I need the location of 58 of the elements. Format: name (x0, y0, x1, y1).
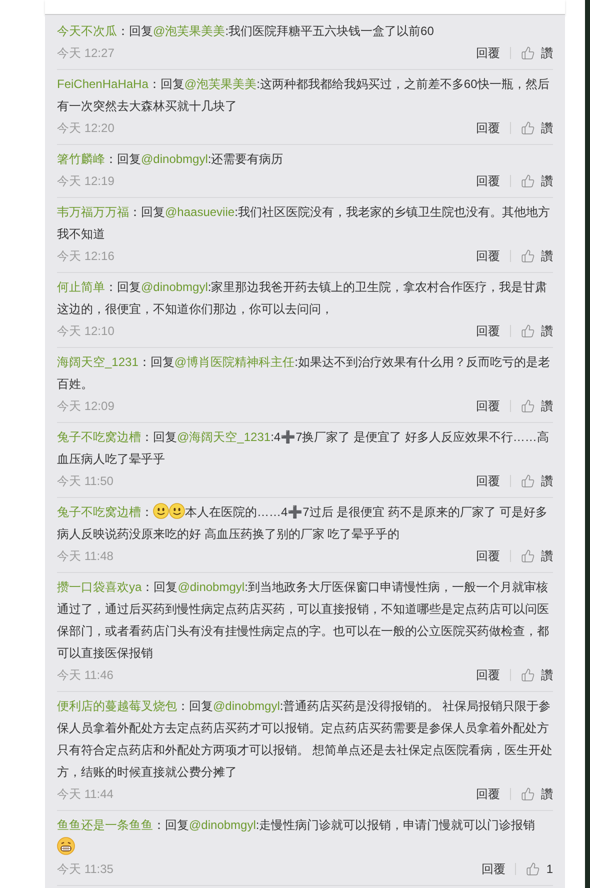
comment-time: 今天 12:19 (57, 173, 114, 190)
like-button[interactable]: 讚 (521, 785, 553, 803)
thumbs-up-icon (521, 46, 535, 60)
like-button[interactable]: 讚 (521, 172, 553, 190)
thumbs-up-icon (526, 862, 540, 876)
comment-time: 今天 12:27 (57, 45, 114, 62)
like-button[interactable]: 讚 (521, 472, 553, 490)
comment-time: 今天 11:50 (57, 473, 114, 490)
smiley-icon (153, 503, 169, 519)
reply-link[interactable]: 回覆 (476, 322, 500, 340)
reply-link[interactable]: 回覆 (476, 666, 500, 684)
like-button[interactable]: 讚 (521, 44, 553, 62)
like-button[interactable]: 讚 (521, 247, 553, 265)
thumbs-up-icon (521, 399, 535, 413)
comment-time: 今天 11:44 (57, 786, 114, 803)
reply-link[interactable]: 回覆 (476, 547, 500, 565)
reply-link[interactable]: 回覆 (476, 397, 500, 415)
thumbs-up-icon (521, 121, 535, 135)
reply-link[interactable]: 回覆 (476, 785, 500, 803)
comment-time: 今天 11:46 (57, 667, 114, 684)
thumbs-up-icon (521, 324, 535, 338)
grin-icon (57, 837, 75, 855)
reply-link[interactable]: 回覆 (476, 472, 500, 490)
comment-text: 箸竹麟峰：回复@dinobmgyl:还需要有病历 (57, 151, 284, 168)
reply-link[interactable]: 回覆 (481, 860, 506, 878)
comment-time: 今天 12:16 (57, 248, 114, 265)
like-button[interactable]: 讚 (521, 547, 553, 565)
thumbs-up-icon (521, 474, 535, 488)
like-button[interactable]: 讚 (521, 119, 553, 137)
like-button[interactable]: 1 (526, 860, 553, 878)
thumbs-up-icon (521, 174, 535, 188)
thumbs-up-icon (521, 249, 535, 263)
thumbs-up-icon (521, 787, 535, 801)
smiley-icon (169, 503, 185, 519)
thumbs-up-icon (521, 549, 535, 563)
like-button[interactable]: 讚 (521, 666, 553, 684)
comment-text: 韦万福万万福：回复@haasueviie:我们社区医院没有，我老家的乡镇卫生院也没有。其他地方我不知道 (57, 204, 551, 243)
comment-text: 攒一口袋喜欢ya：回复@dinobmgyl:到当地政务大厅医保窗口申请慢性病，一般一个月就审核通过了，通过后买药到慢性病定点药店买药，可以直接报销，不知道哪些是定点药店可以问医保部门，或者看药店门头有没有挂慢性病定点的字。也可以在一般的公立医院买药做检查，都可以直接医保报销 (57, 579, 550, 662)
like-button[interactable]: 讚 (521, 322, 553, 340)
thumbs-up-icon (521, 668, 535, 682)
comment-text: 便利店的蔓越莓叉烧包：回复@dinobmgyl:普通药店买药是没得报销的。 社保局报销只限于参保人员拿着外配处方去定点药店买药才可以报销。定点药店买药需要是参保人员拿着外配处方只有符合定点药店和外配处方两项才可以报销。 想简单点还是去社保定点医院看病，医生开处方，结账的时候直接就公费分摊了 (57, 698, 553, 781)
comment-time: 今天 11:48 (57, 548, 114, 565)
like-button[interactable]: 讚 (521, 397, 553, 415)
comment-text: 何止简单：回复@dinobmgyl:家里那边我爸开药去镇上的卫生院，拿农村合作医疗，我是甘肃这边的，很便宜，不知道你们那边，你可以去问问， (57, 279, 548, 318)
comment-time: 今天 12:09 (57, 398, 114, 415)
reply-link[interactable]: 回覆 (476, 119, 500, 137)
comment-text: 今天不次瓜：回复@泡芙果美美:我们医院拜糖平五六块钱一盒了以前60 (57, 23, 435, 40)
reply-link[interactable]: 回覆 (476, 172, 500, 190)
reply-link[interactable]: 回覆 (476, 247, 500, 265)
comment-time: 今天 11:35 (57, 861, 114, 878)
comment-text: 海阔天空_1231：回复@博肖医院精神科主任:如果达不到治疗效果有什么用？反而吃亏的是老百姓。 (57, 354, 551, 393)
comment-text: 兔子不吃窝边槽：回复@海阔天空_1231:4➕7换厂家了 是便宜了 好多人反应效果不行……高血压病人吃了晕乎乎 (57, 429, 550, 468)
comment-text: 鱼鱼还是一条鱼鱼：回复@dinobmgyl:走慢性病门诊就可以报销，申请门慢就可以门诊报销 (57, 814, 553, 858)
comment-text: FeiChenHaHaHa：回复@泡芙果美美:这两种都我都给我妈买过，之前差不多60快一瓶，然后有一次突然去大森林买就十几块了 (57, 76, 550, 115)
comment-time: 今天 12:10 (57, 323, 114, 340)
comment-text: 兔子不吃窝边槽： 本人在医院的……4➕7过后 是很便宜 药不是原来的厂家了 可是好多病人反映说药没原来吃的好 高血压药换了别的厂家 吃了晕乎乎的 (57, 502, 548, 543)
comment-time: 今天 12:20 (57, 120, 114, 137)
reply-link[interactable]: 回覆 (476, 44, 500, 62)
